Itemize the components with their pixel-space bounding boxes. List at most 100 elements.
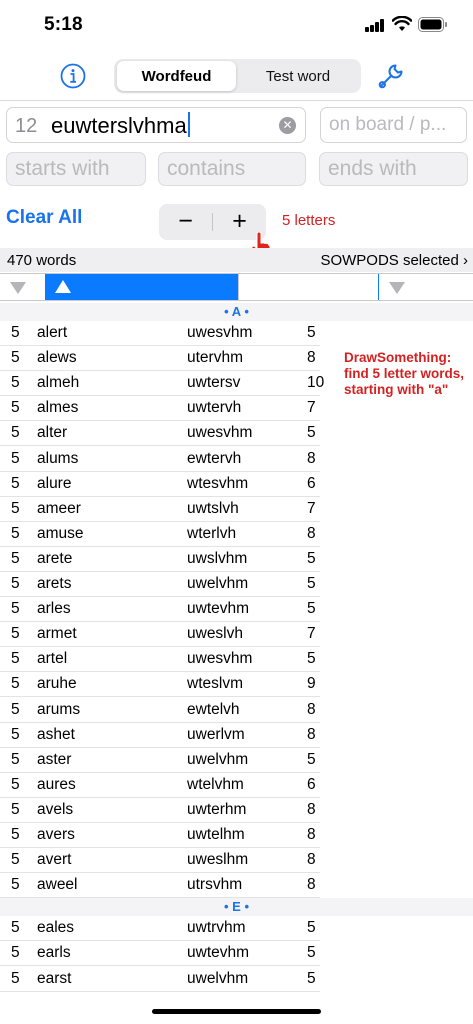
cell-score: 8: [307, 826, 316, 843]
cell-rest: uweslvh: [187, 625, 243, 642]
cell-len: 5: [11, 776, 20, 793]
cell-score: 8: [307, 450, 316, 467]
cell-word: alews: [37, 349, 77, 366]
clear-all-button[interactable]: Clear All: [6, 207, 82, 229]
cell-rest: ewtelvh: [187, 701, 240, 718]
sort-descending-icon: [389, 282, 405, 294]
cell-rest: utrsvhm: [187, 876, 243, 893]
length-label: 5 letters: [282, 212, 336, 229]
cell-word: arums: [37, 701, 81, 718]
list-item[interactable]: 5 aruhe wteslvm 9: [0, 672, 320, 697]
cell-rest: uwesvhm: [187, 650, 253, 667]
mode-segmented-control: Wordfeud Test word: [114, 59, 361, 93]
cell-score: 8: [307, 801, 316, 818]
cell-word: ashet: [37, 726, 75, 743]
segment-wordfeud[interactable]: Wordfeud: [117, 61, 236, 91]
cell-rest: utervhm: [187, 349, 243, 366]
on-board-placeholder: on board / p...: [329, 114, 447, 135]
cellular-signal-icon: [365, 19, 384, 32]
letters-input[interactable]: 12 euwterslvhma ✕: [6, 107, 306, 143]
cell-word: alure: [37, 475, 72, 492]
cell-len: 5: [11, 475, 20, 492]
ends-with-input[interactable]: ends with: [319, 152, 468, 186]
list-item[interactable]: 5 avers uwtelhm 8: [0, 823, 320, 848]
cell-rest: uwtevhm: [187, 944, 250, 961]
starts-with-placeholder: starts with: [15, 157, 110, 180]
list-item[interactable]: 5 almes uwtervh 7: [0, 396, 320, 421]
cell-len: 5: [11, 851, 20, 868]
cell-score: 5: [307, 424, 316, 441]
cell-score: 8: [307, 851, 316, 868]
list-item[interactable]: 5 alert uwesvhm 5: [0, 321, 320, 346]
cell-word: earst: [37, 970, 72, 987]
cell-len: 5: [11, 550, 20, 567]
cell-rest: uwelvhm: [187, 751, 249, 768]
sort-remaining-column[interactable]: [238, 274, 378, 300]
cell-rest: uwtslvh: [187, 500, 239, 517]
list-item[interactable]: 5 avert uweslhm 8: [0, 848, 320, 873]
cell-word: armet: [37, 625, 77, 642]
list-item[interactable]: 5 alums ewtervh 8: [0, 447, 320, 472]
list-item[interactable]: 5 aures wtelvhm 6: [0, 773, 320, 798]
cell-word: aweel: [37, 876, 78, 893]
list-item[interactable]: 5 aster uwelvhm 5: [0, 748, 320, 773]
sort-length-column[interactable]: [0, 274, 45, 300]
cell-len: 5: [11, 701, 20, 718]
cell-len: 5: [11, 919, 20, 936]
list-item[interactable]: 5 earls uwtevhm 5: [0, 941, 320, 966]
cell-word: alter: [37, 424, 68, 441]
cell-word: aruhe: [37, 675, 77, 692]
toolbar-divider: [0, 100, 473, 101]
list-item[interactable]: 5 earst uwelvhm 5: [0, 967, 320, 992]
cell-score: 5: [307, 944, 316, 961]
list-item[interactable]: 5 amuse wterlvh 8: [0, 522, 320, 547]
cell-rest: uwtervh: [187, 399, 242, 416]
cell-len: 5: [11, 424, 20, 441]
list-item[interactable]: 5 avels uwterhm 8: [0, 798, 320, 823]
cell-score: 5: [307, 751, 316, 768]
cell-score: 7: [307, 625, 316, 642]
wrench-icon[interactable]: [376, 61, 406, 91]
clear-input-icon[interactable]: ✕: [279, 117, 296, 134]
list-item[interactable]: 5 aweel utrsvhm 8: [0, 873, 320, 898]
sort-score-column[interactable]: [378, 274, 473, 300]
cell-word: eales: [37, 919, 75, 936]
dictionary-selector[interactable]: SOWPODS selected ›: [320, 252, 468, 269]
home-indicator: [152, 1009, 321, 1014]
list-item[interactable]: 5 arles uwtevhm 5: [0, 597, 320, 622]
cell-len: 5: [11, 826, 20, 843]
cell-word: artel: [37, 650, 68, 667]
on-board-input[interactable]: on board / p...: [320, 107, 467, 143]
list-item[interactable]: 5 almeh uwtersv 10: [0, 371, 324, 396]
sort-word-column[interactable]: [45, 274, 238, 300]
list-item[interactable]: 5 artel uwesvhm 5: [0, 647, 320, 672]
cell-word: amuse: [37, 525, 84, 542]
letter-count: 12: [15, 115, 38, 137]
cell-len: 5: [11, 751, 20, 768]
status-bar: 5:18: [0, 0, 473, 50]
list-item[interactable]: 5 eales uwtrvhm 5: [0, 916, 320, 941]
segment-test-word[interactable]: Test word: [238, 61, 358, 91]
cell-score: 5: [307, 970, 316, 987]
list-item[interactable]: 5 armet uweslvh 7: [0, 622, 320, 647]
list-item[interactable]: 5 arets uwelvhm 5: [0, 572, 320, 597]
list-item[interactable]: 5 alews utervhm 8: [0, 346, 320, 371]
cell-len: 5: [11, 801, 20, 818]
list-item[interactable]: 5 arete uwslvhm 5: [0, 547, 320, 572]
cell-score: 5: [307, 575, 316, 592]
starts-with-input[interactable]: starts with: [6, 152, 146, 186]
cell-rest: ewtervh: [187, 450, 242, 467]
wifi-icon: [392, 16, 412, 31]
contains-input[interactable]: contains: [158, 152, 306, 186]
annotation-note: DrawSomething: find 5 letter words, star…: [344, 350, 465, 397]
list-item[interactable]: 5 ameer uwtslvh 7: [0, 497, 320, 522]
list-item[interactable]: 5 alter uwesvhm 5: [0, 421, 320, 446]
info-circle-icon[interactable]: [60, 63, 86, 89]
cell-len: 5: [11, 726, 20, 743]
list-item[interactable]: 5 ashet uwerlvm 8: [0, 723, 320, 748]
list-item[interactable]: 5 alure wtesvhm 6: [0, 472, 320, 497]
decrement-button[interactable]: −: [159, 204, 212, 240]
cell-rest: uwtelhm: [187, 826, 245, 843]
cell-len: 5: [11, 399, 20, 416]
list-item[interactable]: 5 arums ewtelvh 8: [0, 698, 320, 723]
